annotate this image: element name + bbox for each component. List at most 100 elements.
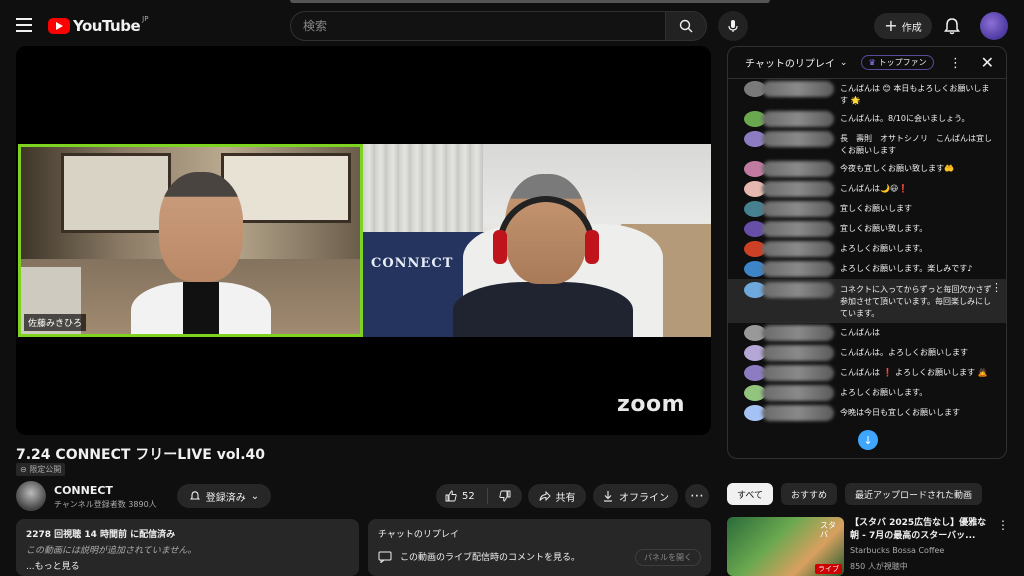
- chat-message[interactable]: 今晩は今日も宜しくお願いします: [744, 403, 996, 423]
- chat-replay-card: チャットのリプレイ この動画のライブ配信時のコメントを見る。 パネルを開く: [368, 519, 711, 576]
- chat-message[interactable]: こんばんは 😊 本日もよろしくお願いします 🌟: [744, 79, 996, 109]
- filter-chips: すべて おすすめ 最近アップロードされた動画: [727, 483, 983, 505]
- top-fan-badge[interactable]: ♛ トップファン: [861, 55, 934, 70]
- blurred-author-name: [762, 345, 834, 361]
- share-label: 共有: [555, 492, 576, 504]
- play-logo-icon: [48, 18, 70, 34]
- show-more-link[interactable]: ...もっと見る: [26, 559, 349, 572]
- plus-icon: +: [884, 16, 898, 35]
- subscribed-label: 登録済み: [205, 492, 246, 504]
- blurred-author-name: [762, 181, 834, 197]
- chat-message-text: こんばんは。8/10に会いましょう。: [840, 114, 970, 123]
- channel-avatar[interactable]: [16, 481, 46, 511]
- chat-message-text: こんばんは。よろしくお願いします: [840, 348, 968, 357]
- open-panel-button[interactable]: パネルを開く: [635, 549, 701, 566]
- chat-message-text: こんばんは ❗ よろしくお願いします 🙇: [840, 368, 988, 377]
- chevron-down-icon: ⌄: [250, 490, 260, 502]
- more-vertical-icon[interactable]: ⋮: [997, 518, 1009, 532]
- unlisted-label: 限定公開: [29, 465, 62, 474]
- zoom-participant-left: 佐藤みきひろ: [18, 144, 363, 337]
- blurred-author-name: [762, 201, 834, 217]
- chat-message[interactable]: 今夜も宜しくお願い致します🤲: [744, 159, 996, 179]
- top-fan-label: トップファン: [878, 58, 927, 67]
- chat-message[interactable]: こんばんは ❗ よろしくお願いします 🙇: [744, 363, 996, 383]
- chat-message[interactable]: よろしくお願いします。: [744, 239, 996, 259]
- live-chat-replay-panel: チャットのリプレイ ⌄ ♛ トップファン ⋮ ✕ こんばんは 😊 本日もよろしく…: [727, 46, 1007, 459]
- like-button[interactable]: 52: [436, 488, 488, 504]
- message-menu-icon[interactable]: ⋮: [991, 282, 1002, 294]
- create-button[interactable]: + 作成: [874, 13, 932, 39]
- chat-message-text: 長 壽則 オサトシノリ こんばんは宜しくお願いします: [840, 134, 992, 155]
- close-icon[interactable]: ✕: [981, 53, 994, 72]
- chat-message[interactable]: よろしくお願いします。: [744, 383, 996, 403]
- share-icon: [539, 490, 551, 502]
- loading-bar: [290, 0, 770, 3]
- participant-person: [453, 174, 633, 337]
- menu-icon[interactable]: [16, 18, 32, 32]
- chat-menu-icon[interactable]: ⋮: [949, 56, 962, 71]
- thumbs-up-icon: [445, 490, 457, 502]
- more-actions-button[interactable]: ⋯: [685, 484, 709, 508]
- recommended-video-thumbnail[interactable]: スタバ ライブ: [727, 517, 844, 576]
- like-count: 52: [462, 490, 475, 502]
- thumbs-down-icon: [499, 490, 511, 502]
- chat-message[interactable]: こんばんは。8/10に会いましょう。: [744, 109, 996, 129]
- chat-message[interactable]: 宜しくお願い致します。: [744, 219, 996, 239]
- chat-header: チャットのリプレイ ⌄ ♛ トップファン ⋮ ✕: [728, 47, 1006, 79]
- chat-message[interactable]: 宜しくお願いします: [744, 199, 996, 219]
- chat-message[interactable]: こんばんは🌙😃❗: [744, 179, 996, 199]
- search-input[interactable]: [303, 19, 666, 33]
- blurred-author-name: [762, 325, 834, 341]
- search-button[interactable]: [665, 11, 707, 41]
- share-button[interactable]: 共有: [528, 484, 586, 508]
- blurred-author-name: [762, 282, 834, 298]
- blurred-author-name: [762, 131, 834, 147]
- youtube-logo[interactable]: YouTube JP: [48, 15, 148, 37]
- chat-message[interactable]: よろしくお願いします。楽しみです♪: [744, 259, 996, 279]
- subscribed-button[interactable]: 登録済み ⌄: [177, 484, 271, 508]
- filter-chip[interactable]: すべて: [727, 483, 774, 505]
- chat-message-text: こんばんは🌙😃❗: [840, 184, 909, 193]
- blurred-author-name: [762, 161, 834, 177]
- chat-replay-card-title: チャットのリプレイ: [378, 530, 459, 540]
- blurred-author-name: [762, 221, 834, 237]
- chat-message-text: よろしくお願いします。: [840, 388, 928, 397]
- chat-message-text: 今晩は今日も宜しくお願いします: [840, 408, 960, 417]
- logo-text: YouTube: [73, 17, 141, 35]
- like-dislike-group: 52: [436, 484, 522, 508]
- account-avatar[interactable]: [980, 12, 1008, 40]
- filter-chip[interactable]: おすすめ: [781, 483, 838, 505]
- download-offline-button[interactable]: オフライン: [593, 484, 678, 508]
- participant-name-tag: 佐藤みきひろ: [24, 314, 87, 331]
- recommended-viewer-count: 850 人が視聴中: [850, 562, 908, 571]
- chat-message-text: こんばんは: [840, 328, 880, 337]
- voice-search-button[interactable]: [718, 11, 748, 41]
- channel-name[interactable]: CONNECT: [54, 484, 113, 497]
- chat-message[interactable]: こんばんは。よろしくお願いします: [744, 343, 996, 363]
- create-label: 作成: [901, 22, 922, 34]
- crown-icon: ♛: [868, 58, 876, 67]
- chat-message-list[interactable]: こんばんは 😊 本日もよろしくお願いします 🌟 こんばんは。8/10に会いましょう…: [728, 79, 1006, 423]
- description-box[interactable]: 2278 回視聴 14 時間前 に配信済み この動画には説明が追加されていません…: [16, 519, 359, 576]
- recommended-channel-name[interactable]: Starbucks Bossa Coffee: [850, 546, 944, 555]
- recommended-video-title[interactable]: 【スタバ 2025広告なし】優雅な朝 - 7月の最高のスターバッ...: [850, 517, 990, 543]
- filter-chip[interactable]: 最近アップロードされた動画: [845, 483, 983, 505]
- video-title: 7.24 CONNECT フリーLIVE vol.40: [16, 447, 266, 463]
- chat-message[interactable]: こんばんは: [744, 323, 996, 343]
- notifications-bell-icon[interactable]: [942, 16, 962, 36]
- zoom-participant-right: CONNECT: [363, 144, 711, 337]
- chat-message[interactable]: コネクトに入ってからずっと毎回欠かさず参加させて頂いています。毎回楽しみにしてい…: [728, 279, 1006, 323]
- offline-label: オフライン: [619, 492, 669, 504]
- zoom-watermark: zoom: [617, 392, 685, 417]
- chat-mode-dropdown[interactable]: チャットのリプレイ: [745, 55, 835, 70]
- arrow-down-icon[interactable]: ↓: [858, 430, 878, 450]
- blurred-author-name: [762, 241, 834, 257]
- chat-message-text: よろしくお願いします。楽しみです♪: [840, 264, 973, 273]
- video-player[interactable]: 佐藤みきひろ CONNECT zoom: [16, 46, 711, 435]
- search-box: [290, 11, 666, 41]
- chat-message[interactable]: 長 壽則 オサトシノリ こんばんは宜しくお願いします: [744, 129, 996, 159]
- chevron-down-icon[interactable]: ⌄: [840, 58, 848, 68]
- dislike-button[interactable]: [488, 490, 522, 502]
- microphone-icon: [728, 20, 738, 32]
- blurred-author-name: [762, 111, 834, 127]
